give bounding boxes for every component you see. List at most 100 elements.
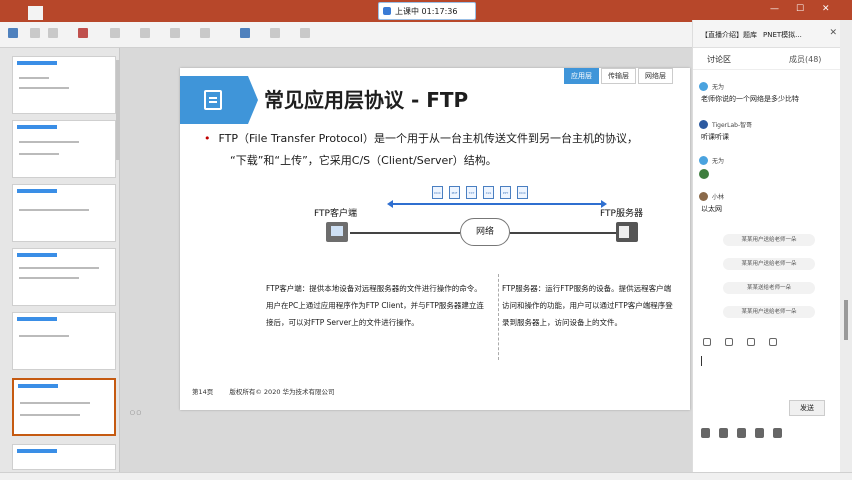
chat-user: 小林 [712,194,725,201]
send-button[interactable]: 发送 [789,400,825,416]
document-icon [204,90,222,110]
avatar [699,156,708,165]
ribbon-tab[interactable] [57,6,65,20]
server-label: FTP服务器 [600,209,643,219]
status-bar [0,472,852,480]
bullet-text: • FTP（File Transfer Protocol）是一个用于从一台主机传送… [204,128,684,172]
chat-message: TigerLab-智哥 听课听课 [699,120,837,142]
cut-icon[interactable] [30,28,40,38]
pc-client-icon [326,222,348,242]
slide-thumbnail[interactable] [12,444,116,470]
gift-notice: 某某用户送给老师一朵 [723,258,815,270]
slide-thumbnail-selected[interactable] [12,378,116,436]
image-icon[interactable] [747,338,755,346]
close-icon[interactable]: ✕ [829,28,837,38]
client-description: FTP客户端：提供本地设备对远程服务器的文件进行操作的命令。用户在PC上通过应用… [266,284,484,327]
scrollbar-thumb[interactable] [844,300,848,340]
tab-discussion[interactable]: 讨论区 [707,54,731,65]
client-label: FTP客户端 [314,209,357,219]
file-icon: XLS [483,186,494,199]
layout-icon[interactable] [110,28,120,38]
thumbnail-scrollbar[interactable] [116,60,120,160]
close-icon[interactable]: ✕ [822,4,830,14]
slide-title: 常见应用层协议 - FTP [264,88,469,112]
divider [498,274,499,360]
ribbon-tab[interactable] [27,6,44,20]
title-arrow [248,76,258,124]
transfer-arrow [387,200,607,208]
chat-panel: 【直播介绍】题库 PNET模拟... ✕ 讨论区 成员(48) 无为 老师你说的… [692,20,841,472]
slide-thumbnail[interactable] [12,120,116,178]
settings-icon[interactable] [773,428,782,438]
slide-thumbnail[interactable] [12,312,116,370]
emoji-icon[interactable] [703,338,711,346]
paragraph-icon[interactable] [200,28,210,38]
file-icons: DOC PDF TXT XLS PPT DOC [432,186,528,199]
notes-hint[interactable]: ▢ ▢ [130,410,141,416]
ribbon-tab[interactable] [101,6,109,20]
slide-thumbnail[interactable] [12,184,116,242]
chat-message: 小林 以太网 [699,192,837,214]
share-icon[interactable] [755,428,764,438]
maximize-icon[interactable]: ☐ [796,4,804,14]
slide-thumbnails [0,48,120,472]
drawing-icon[interactable] [240,28,250,38]
copyright: 版权所有© 2020 华为技术有限公司 [229,388,335,396]
chat-message: 无为 老师你说的一个网络是多少比特 [699,82,837,104]
link-line [510,232,616,234]
ribbon-tab[interactable] [144,6,152,20]
slide-footer: 第14页 版权所有© 2020 华为技术有限公司 [192,386,349,396]
chat-text: 听课听课 [701,133,729,141]
chat-header-left[interactable]: 【直播介绍】题库 [701,30,757,40]
chat-input-cursor[interactable] [701,356,702,366]
mic-icon[interactable] [701,428,710,438]
bullet-line-1: FTP（File Transfer Protocol）是一个用于从一台主机传送文… [218,132,638,145]
chat-tabs: 讨论区 成员(48) [693,48,841,70]
minimize-icon[interactable]: — [770,4,779,14]
slide-thumbnail[interactable] [12,56,116,114]
file-icon: DOC [432,186,443,199]
new-slide-icon[interactable] [78,28,88,38]
nav-tab-application[interactable]: 应用层 [564,68,599,84]
chat-header-right[interactable]: PNET模拟... [763,30,802,40]
find-icon[interactable] [300,28,310,38]
chat-message: 无为 [699,156,837,179]
chat-user: 无为 [712,158,725,165]
font-icon[interactable] [140,28,150,38]
tab-members[interactable]: 成员(48) [789,54,821,65]
chat-text: 以太网 [701,205,722,213]
chat-toolbar [703,338,777,346]
scissors-icon[interactable] [725,338,733,346]
timer-text: 上课中 01:17:36 [395,6,458,16]
file-icon[interactable] [769,338,777,346]
bold-icon[interactable] [170,28,180,38]
link-line [350,232,460,234]
slide-thumbnail[interactable] [12,248,116,306]
ribbon-tabs [6,6,151,20]
page-number: 第14页 [192,388,214,396]
gift-notice: 某某用户送给老师一朵 [723,234,815,246]
file-icon: DOC [517,186,528,199]
nav-tab-network[interactable]: 网络层 [638,68,673,84]
stats-icon[interactable] [737,428,746,438]
avatar [699,120,708,129]
arrange-icon[interactable] [270,28,280,38]
bullet-icon: • [204,132,211,145]
server-description: FTP服务器：运行FTP服务的设备。提供远程客户端访问和操作的功能，用户可以通过… [502,284,673,327]
slide-canvas: 常见应用层协议 - FTP 应用层 传输层 网络层 • FTP（File Tran… [180,68,690,410]
emoji-icon [699,169,709,179]
chat-text: 老师你说的一个网络是多少比特 [701,95,799,103]
nav-tab-transport[interactable]: 传输层 [601,68,636,84]
chat-user: 无为 [712,84,725,91]
ribbon-tab[interactable] [122,6,130,20]
bullet-line-2: “下载”和“上传”，它采用C/S（Client/Server）结构。 [230,154,497,167]
copy-icon[interactable] [48,28,58,38]
paste-icon[interactable] [8,28,18,38]
camera-icon[interactable] [719,428,728,438]
ribbon-tab[interactable] [6,6,14,20]
right-scrollbar-track [840,20,852,472]
gift-notice: 某某送给老师一朵 [723,282,815,294]
server-icon [616,222,638,242]
ribbon-tab[interactable] [79,6,87,20]
live-timer[interactable]: 上课中 01:17:36 [378,2,476,20]
